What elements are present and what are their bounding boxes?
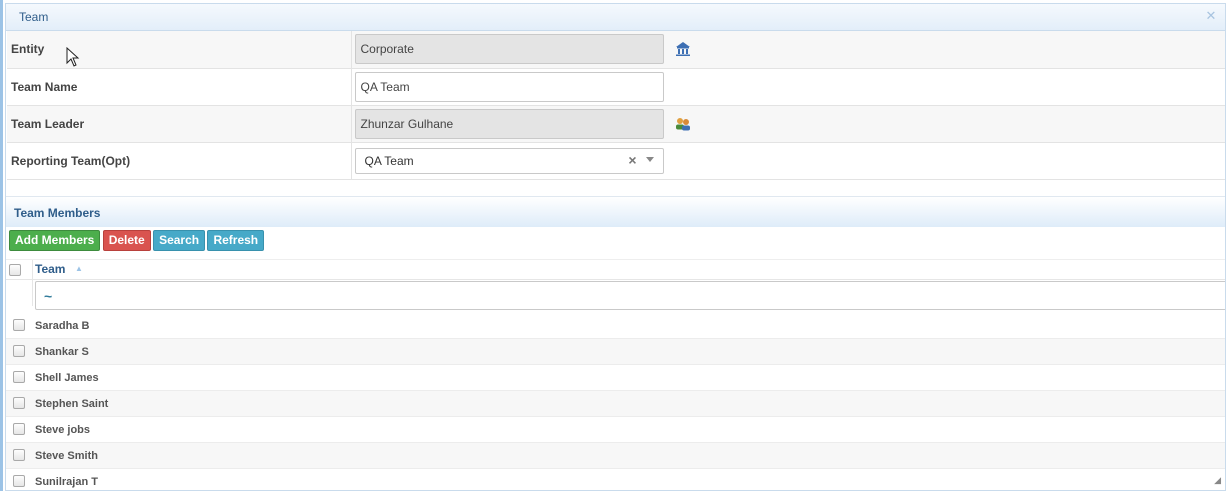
sort-icon[interactable]: ▲ [75, 264, 83, 273]
dialog-title: Team [19, 10, 49, 24]
filter-row: ~ [6, 280, 1225, 313]
member-name: Sunilrajan T [35, 475, 98, 488]
team-members-title: Team Members [14, 205, 101, 220]
filter-operator-icon[interactable]: ~ [44, 288, 52, 304]
row-checkbox[interactable] [13, 344, 25, 357]
team-leader-label: Team Leader [7, 105, 352, 143]
grid-body: Saradha B Shankar S Shell James Stephen Sai… [6, 313, 1225, 491]
team-name-row: Team Name QA Team [7, 68, 1225, 106]
table-row[interactable]: Steve Smith [6, 442, 1225, 469]
search-button[interactable]: Search [153, 229, 206, 251]
table-row[interactable]: Shankar S [6, 338, 1225, 365]
clear-icon[interactable]: × [628, 152, 636, 168]
team-name-label: Team Name [7, 68, 352, 106]
team-leader-field[interactable]: Zhunzar Gulhane [354, 108, 664, 139]
close-icon[interactable]: ✕ [1205, 9, 1217, 22]
resize-handle-icon[interactable]: ◢ [1214, 475, 1221, 486]
refresh-button[interactable]: Refresh [207, 229, 265, 251]
row-checkbox[interactable] [13, 370, 25, 383]
table-row[interactable]: Shell James [6, 365, 1225, 391]
table-row[interactable]: Stephen Saint [6, 390, 1225, 417]
column-team[interactable]: Team [35, 262, 65, 276]
table-row[interactable]: Sunilrajan T [6, 469, 1225, 491]
reporting-team-select[interactable]: QA Team × [354, 147, 664, 174]
team-form: Entity Corporate Team Name QA Team Team [7, 31, 1225, 180]
chevron-down-icon[interactable] [645, 156, 654, 162]
dialog-titlebar: Team ✕ [6, 4, 1225, 31]
row-checkbox[interactable] [13, 474, 25, 487]
member-name: Stephen Saint [35, 397, 109, 410]
mouse-cursor-icon [66, 47, 80, 67]
row-checkbox[interactable] [13, 396, 25, 409]
add-members-button[interactable]: Add Members [9, 229, 101, 251]
row-checkbox[interactable] [13, 318, 25, 331]
team-leader-row: Team Leader Zhunzar Gulhane [7, 105, 1225, 143]
member-name: Shankar S [35, 345, 89, 358]
team-name-input[interactable]: QA Team [354, 71, 664, 102]
reporting-team-label: Reporting Team(Opt) [7, 142, 352, 180]
table-row[interactable]: Steve jobs [6, 417, 1225, 443]
team-members-header: Team Members [6, 195, 1225, 227]
reporting-team-row: Reporting Team(Opt) QA Team × [7, 142, 1225, 180]
team-dialog: Team ✕ Entity Corporate Team Name QA Tea… [5, 3, 1226, 491]
delete-button[interactable]: Delete [102, 229, 151, 251]
entity-row: Entity Corporate [7, 31, 1225, 69]
bank-icon[interactable] [675, 41, 691, 57]
member-name: Saradha B [35, 319, 90, 332]
reporting-team-value: QA Team [364, 153, 414, 168]
row-checkbox[interactable] [13, 422, 25, 435]
entity-field[interactable]: Corporate [354, 34, 664, 65]
member-name: Steve jobs [35, 423, 91, 436]
members-grid: Team ▲ ~ Saradha B Shankar S Shell James St… [6, 259, 1225, 491]
row-checkbox[interactable] [13, 448, 25, 461]
members-toolbar: Add Members Delete Search Refresh [6, 227, 1225, 260]
select-all-checkbox[interactable] [9, 263, 21, 276]
entity-label: Entity [7, 31, 352, 69]
table-row[interactable]: Saradha B [6, 313, 1225, 339]
grid-header: Team ▲ [6, 259, 1225, 306]
team-filter-input[interactable]: ~ [35, 280, 1225, 310]
member-name: Steve Smith [35, 449, 98, 462]
member-name: Shell James [35, 371, 99, 384]
users-icon[interactable] [675, 116, 691, 132]
